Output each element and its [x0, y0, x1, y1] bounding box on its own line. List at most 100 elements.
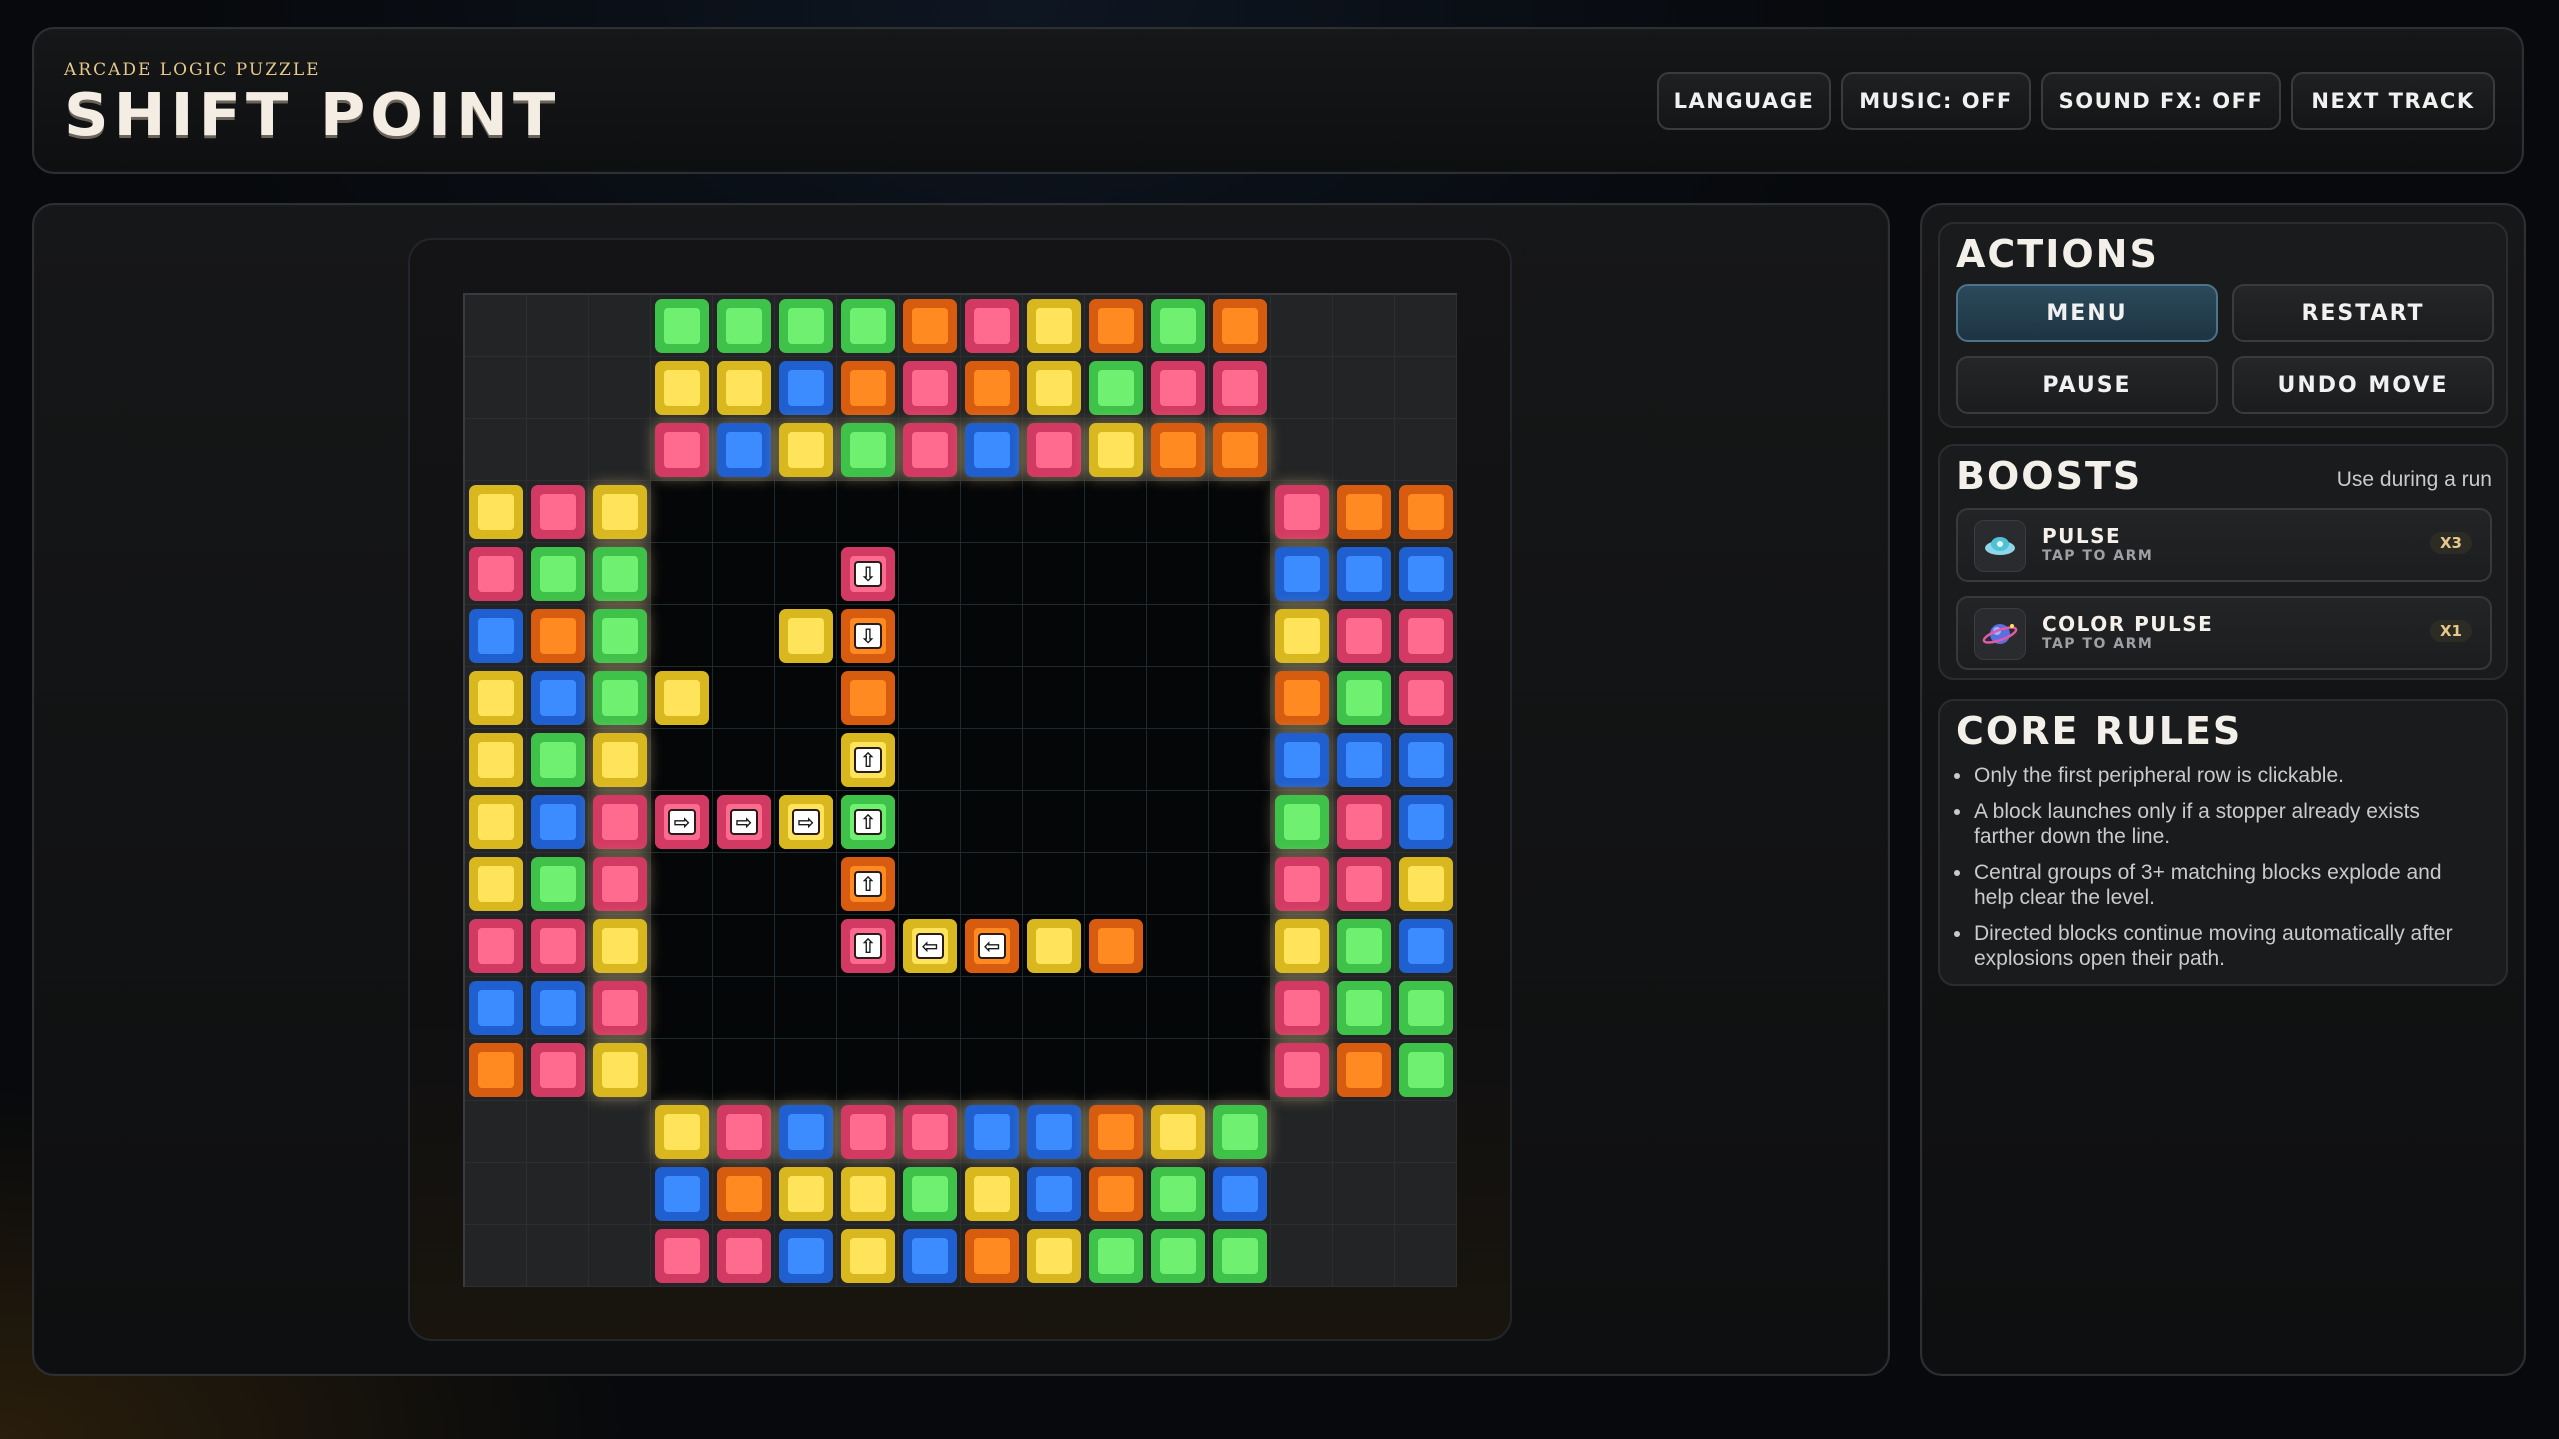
- peripheral-block: [717, 1167, 771, 1221]
- color-pulse-boost-button[interactable]: COLOR PULSE TAP TO ARM X1: [1956, 596, 2492, 670]
- boost-name: COLOR PULSE: [2042, 612, 2214, 636]
- clickable-peripheral-block[interactable]: [1275, 671, 1329, 725]
- boosts-heading: BOOSTS: [1956, 454, 2143, 498]
- peripheral-block: [1399, 981, 1453, 1035]
- clickable-peripheral-block[interactable]: [1275, 1043, 1329, 1097]
- clickable-peripheral-block[interactable]: [1275, 981, 1329, 1035]
- clickable-peripheral-block[interactable]: [717, 423, 771, 477]
- peripheral-block: [469, 857, 523, 911]
- peripheral-block: [531, 919, 585, 973]
- clickable-peripheral-block[interactable]: [1151, 423, 1205, 477]
- corner-cell: [465, 419, 527, 481]
- center-cell: [713, 667, 775, 729]
- peripheral-block: [1399, 485, 1453, 539]
- center-cell: [1209, 543, 1271, 605]
- next-track-button[interactable]: NEXT TRACK: [2291, 72, 2495, 130]
- center-cell: [961, 481, 1023, 543]
- directed-block: ⇧: [841, 795, 895, 849]
- clickable-peripheral-block[interactable]: [965, 423, 1019, 477]
- clickable-peripheral-block[interactable]: [1275, 609, 1329, 663]
- center-cell: [1209, 791, 1271, 853]
- peripheral-block: [717, 299, 771, 353]
- center-cell: [899, 791, 961, 853]
- center-cell: [1209, 977, 1271, 1039]
- corner-cell: [1395, 1225, 1457, 1287]
- peripheral-block: [1213, 1229, 1267, 1283]
- center-cell: [775, 481, 837, 543]
- clickable-peripheral-block[interactable]: [593, 671, 647, 725]
- sound-fx-toggle-button[interactable]: SOUND FX: OFF: [2041, 72, 2281, 130]
- pulse-boost-button[interactable]: PULSE TAP TO ARM X3: [1956, 508, 2492, 582]
- menu-button[interactable]: MENU: [1956, 284, 2218, 342]
- peripheral-block: [1089, 919, 1143, 973]
- clickable-peripheral-block[interactable]: [1275, 795, 1329, 849]
- clickable-peripheral-block[interactable]: [593, 795, 647, 849]
- peripheral-block: [779, 299, 833, 353]
- corner-cell: [465, 357, 527, 419]
- clickable-peripheral-block[interactable]: [903, 1105, 957, 1159]
- music-toggle-button[interactable]: MUSIC: OFF: [1841, 72, 2031, 130]
- clickable-peripheral-block[interactable]: [1275, 547, 1329, 601]
- rule-item: Only the first peripheral row is clickab…: [1954, 763, 2484, 788]
- clickable-peripheral-block[interactable]: [655, 423, 709, 477]
- center-cell: [961, 543, 1023, 605]
- restart-button[interactable]: RESTART: [2232, 284, 2494, 342]
- clickable-peripheral-block[interactable]: [779, 423, 833, 477]
- clickable-peripheral-block[interactable]: [593, 981, 647, 1035]
- center-cell: [1023, 667, 1085, 729]
- center-block: [779, 609, 833, 663]
- center-cell: [899, 729, 961, 791]
- peripheral-block: [655, 299, 709, 353]
- clickable-peripheral-block[interactable]: [779, 1105, 833, 1159]
- clickable-peripheral-block[interactable]: [717, 1105, 771, 1159]
- center-cell: [1085, 481, 1147, 543]
- clickable-peripheral-block[interactable]: [1275, 485, 1329, 539]
- clickable-peripheral-block[interactable]: [1151, 1105, 1205, 1159]
- peripheral-block: [1027, 919, 1081, 973]
- corner-cell: [1271, 357, 1333, 419]
- clickable-peripheral-block[interactable]: [1275, 857, 1329, 911]
- clickable-peripheral-block[interactable]: [593, 857, 647, 911]
- clickable-peripheral-block[interactable]: [1027, 1105, 1081, 1159]
- pulse-icon: [1974, 520, 2026, 572]
- directed-block: ⇩: [841, 547, 895, 601]
- clickable-peripheral-block[interactable]: [593, 733, 647, 787]
- center-cell: [961, 605, 1023, 667]
- clickable-peripheral-block[interactable]: [1275, 919, 1329, 973]
- clickable-peripheral-block[interactable]: [841, 423, 895, 477]
- clickable-peripheral-block[interactable]: [1275, 733, 1329, 787]
- peripheral-block: [1399, 1043, 1453, 1097]
- clickable-peripheral-block[interactable]: [593, 547, 647, 601]
- peripheral-block: [1213, 1167, 1267, 1221]
- center-cell: [899, 1039, 961, 1101]
- clickable-peripheral-block[interactable]: [841, 1105, 895, 1159]
- center-cell: [837, 481, 899, 543]
- center-cell: [1085, 853, 1147, 915]
- clickable-peripheral-block[interactable]: [655, 1105, 709, 1159]
- center-cell: [961, 667, 1023, 729]
- clickable-peripheral-block[interactable]: [593, 485, 647, 539]
- language-button[interactable]: LANGUAGE: [1657, 72, 1831, 130]
- pause-button[interactable]: PAUSE: [1956, 356, 2218, 414]
- clickable-peripheral-block[interactable]: [593, 919, 647, 973]
- clickable-peripheral-block[interactable]: [593, 1043, 647, 1097]
- clickable-peripheral-block[interactable]: [1089, 1105, 1143, 1159]
- center-cell: [1147, 729, 1209, 791]
- clickable-peripheral-block[interactable]: [1213, 1105, 1267, 1159]
- peripheral-block: [1399, 609, 1453, 663]
- clickable-peripheral-block[interactable]: [1027, 423, 1081, 477]
- center-cell: [1209, 729, 1271, 791]
- peripheral-block: [1151, 299, 1205, 353]
- clickable-peripheral-block[interactable]: [1089, 423, 1143, 477]
- center-cell: [961, 853, 1023, 915]
- game-title: SHIFT POINT: [64, 79, 561, 150]
- arrow-up-icon: ⇧: [854, 809, 882, 835]
- clickable-peripheral-block[interactable]: [965, 1105, 1019, 1159]
- clickable-peripheral-block[interactable]: [1213, 423, 1267, 477]
- peripheral-block: [655, 671, 709, 725]
- clickable-peripheral-block[interactable]: [593, 609, 647, 663]
- center-cell: [837, 1039, 899, 1101]
- center-cell: [1147, 977, 1209, 1039]
- clickable-peripheral-block[interactable]: [903, 423, 957, 477]
- undo-move-button[interactable]: UNDO MOVE: [2232, 356, 2494, 414]
